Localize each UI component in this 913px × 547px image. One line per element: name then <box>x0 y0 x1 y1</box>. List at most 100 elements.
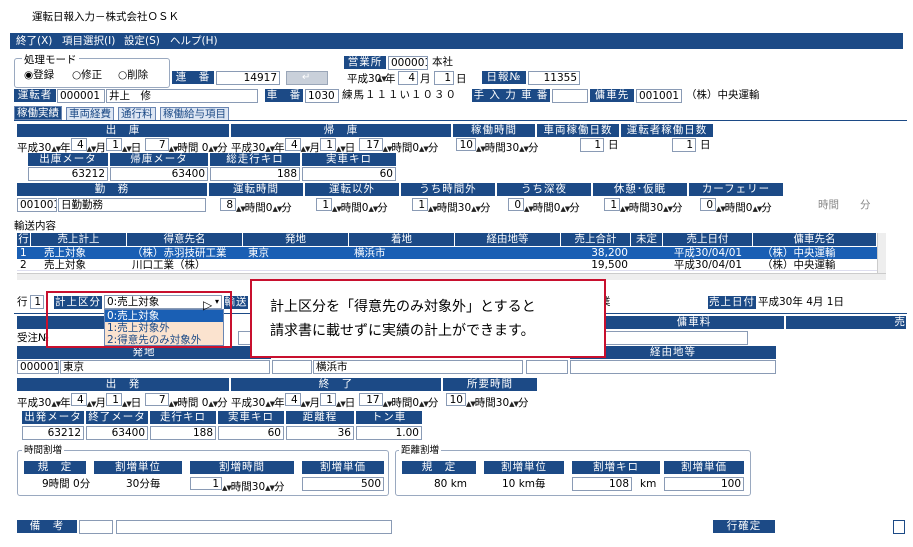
driver-days-unit: 日 <box>700 139 711 151</box>
enter-button[interactable]: ↵ <box>286 71 328 85</box>
driver-code[interactable]: 000001 <box>57 89 105 103</box>
mode-delete-radio[interactable]: ○削除 <box>118 68 148 82</box>
date-day[interactable]: 1 <box>434 71 454 85</box>
col-customer: 得意先名 <box>127 233 243 246</box>
origin-name[interactable]: 東京 <box>60 360 270 374</box>
mode-edit-radio[interactable]: ○修正 <box>72 68 102 82</box>
date-month-unit: 月 <box>420 73 431 85</box>
actual-km-field[interactable]: 60 <box>302 167 396 181</box>
date-month[interactable]: 4 <box>398 71 418 85</box>
via-code[interactable] <box>526 360 568 374</box>
report-no-field[interactable]: 11355 <box>528 71 580 85</box>
drive-time[interactable]: 8 ▲▼時間0▲▼分 <box>220 198 292 216</box>
col-dest: 着地 <box>349 233 455 246</box>
dw-unit-value: 10 km毎 <box>502 478 546 490</box>
mode-register-radio[interactable]: ◉登録 <box>24 68 54 82</box>
driver-days-field[interactable]: 1 <box>672 138 696 152</box>
end-datetime[interactable]: 平成30▲▼年 4 ▲▼月 1 ▲▼日 17 ▲▼時間0▲▼分 <box>231 393 438 411</box>
cell: 38,200 <box>591 247 628 259</box>
end-meter-header: 終了メータ <box>86 411 148 424</box>
work-time[interactable]: 10 ▲▼時間30▲▼分 <box>456 138 538 156</box>
sales-header: 売 <box>786 316 906 329</box>
duty-code-field[interactable]: 001001 <box>17 198 57 212</box>
end-meter-field[interactable]: 63400 <box>86 426 148 440</box>
confirm-row-button[interactable]: 行確定 <box>713 520 775 533</box>
act-km-header: 実車キロ <box>218 411 284 424</box>
hire-code[interactable]: 001001 <box>636 89 682 103</box>
memo-code[interactable] <box>79 520 113 534</box>
hire-fee-field[interactable] <box>604 331 748 345</box>
memo-field[interactable] <box>116 520 392 534</box>
tab-toll[interactable]: 通行料 <box>118 107 156 121</box>
vehicle-days-unit: 日 <box>608 139 619 151</box>
dw-km-field[interactable]: 108 <box>572 477 632 491</box>
manual-car-field[interactable] <box>552 89 588 103</box>
dep-meter-field[interactable]: 63212 <box>28 167 108 181</box>
total-km-header: 総走行キロ <box>210 153 300 166</box>
ton-field[interactable]: 1.00 <box>356 426 422 440</box>
non-drive-header: 運転以外 <box>305 183 399 196</box>
required-time[interactable]: 10 ▲▼時間30▲▼分 <box>446 393 528 411</box>
ferry-time[interactable]: 0 ▲▼時間0▲▼分 <box>700 198 772 216</box>
start-meter-field[interactable]: 63212 <box>22 426 84 440</box>
car-code[interactable]: 1030 <box>305 89 339 103</box>
act-km-field[interactable]: 60 <box>218 426 284 440</box>
menu-item-select[interactable]: 項目選択(I) <box>62 34 115 48</box>
col-sales-total: 売上合計 <box>561 233 631 246</box>
col-row: 行 <box>17 233 31 246</box>
overtime-header: うち時間外 <box>401 183 495 196</box>
time-premium-label: 時間割増 <box>22 444 65 458</box>
callout-box: 計上区分を「得意先のみ対象外」とすると 請求書に載せずに実績の計上ができます。 <box>250 279 606 358</box>
dw-price-field[interactable]: 100 <box>664 477 744 491</box>
rest-time[interactable]: 1 ▲▼時間30▲▼分 <box>604 198 682 216</box>
late-night-time[interactable]: 0 ▲▼時間0▲▼分 <box>508 198 580 216</box>
col-undecided: 未定 <box>631 233 663 246</box>
cursor-icon: ▷ <box>203 298 213 312</box>
tab-vehicle-expense[interactable]: 車両経費 <box>66 107 114 121</box>
cell: 平成30/04/01 <box>673 247 743 259</box>
tab-work-results[interactable]: 稼働実績 <box>14 106 62 120</box>
overtime-time[interactable]: 1 ▲▼時間30▲▼分 <box>412 198 490 216</box>
col-sales-date: 売上日付 <box>663 233 753 246</box>
grid-vscroll[interactable] <box>877 233 886 273</box>
cell: 平成30/04/01 <box>673 259 743 271</box>
distance-field[interactable]: 36 <box>286 426 354 440</box>
menu-help[interactable]: ヘルプ(H) <box>170 34 218 48</box>
total-km-field: 188 <box>210 167 300 181</box>
tw-time-value[interactable]: 1 ▲▼時間30▲▼分 <box>190 477 284 495</box>
origin-code[interactable]: 000001 <box>17 360 59 374</box>
serial-field[interactable]: 14917 <box>216 71 280 85</box>
tw-rule-header: 規 定 <box>24 461 86 474</box>
ret-meter-field[interactable]: 63400 <box>110 167 208 181</box>
menu-settings[interactable]: 設定(S) <box>124 34 160 48</box>
office-code[interactable]: 000001 <box>388 56 428 70</box>
transport-grid: 行 売上計上 得意先名 発地 着地 経由地等 売上合計 未定 売上日付 傭車先名… <box>17 233 886 280</box>
callout-line-2: 請求書に載せずに実績の計上ができます。 <box>270 323 535 339</box>
driver-name: 井上 修 <box>106 89 258 103</box>
vehicle-days-field[interactable]: 1 <box>580 138 604 152</box>
tab-work-pay[interactable]: 稼働給与項目 <box>160 107 229 121</box>
corner-button[interactable] <box>893 520 905 534</box>
start-datetime[interactable]: 平成30▲▼年 4 ▲▼月 1 ▲▼日 7 ▲▼時間 0▲▼分 <box>17 393 228 411</box>
start-meter-header: 出発メータ <box>22 411 84 424</box>
non-drive-time[interactable]: 1 ▲▼時間0▲▼分 <box>316 198 388 216</box>
drive-time-header: 運転時間 <box>209 183 303 196</box>
transport-label: 輸送内容 <box>14 220 56 232</box>
order-label: 受注№ <box>17 332 49 344</box>
hire-name: （株）中央運輸 <box>686 89 760 101</box>
tw-price-field[interactable]: 500 <box>302 477 384 491</box>
dep-header: 出 庫 <box>17 124 229 137</box>
required-time-header: 所要時間 <box>443 378 537 391</box>
ferry-time-2: 時間 分 <box>818 199 871 211</box>
dest-name[interactable]: 横浜市 <box>313 360 523 374</box>
menu-exit[interactable]: 終了(X) <box>16 34 52 48</box>
driver-label: 運転者 <box>14 89 56 102</box>
via-name[interactable] <box>570 360 776 374</box>
actual-km-header: 実車キロ <box>302 153 396 166</box>
date-day-unit: 日 <box>456 73 467 85</box>
row-field[interactable]: 1 <box>30 295 44 309</box>
sales-date[interactable]: 平成30年 4月 1日 <box>758 295 844 309</box>
ret-meter-header: 帰庫メータ <box>110 153 208 166</box>
dest-code[interactable] <box>272 360 312 374</box>
duty-name-field: 日勤勤務 <box>58 198 206 212</box>
